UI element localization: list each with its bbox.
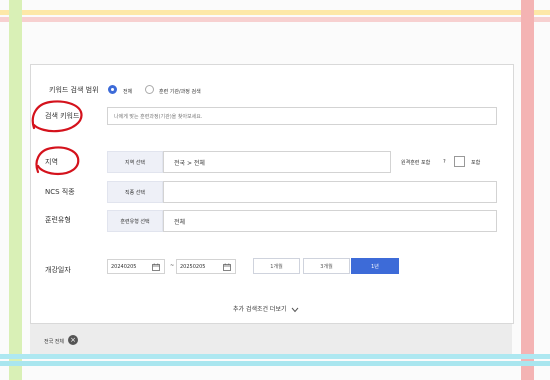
remove-chip-icon[interactable]: × — [68, 335, 78, 345]
scope-all-label: 전체 — [123, 89, 133, 95]
ncs-value-field[interactable] — [163, 181, 497, 203]
training-type-label: 훈련유형 — [45, 216, 71, 224]
keyword-input[interactable]: 나에게 맞는 훈련과정(기관)을 찾아보세요. — [107, 107, 497, 125]
start-date-label: 개강일자 — [45, 266, 71, 274]
highlight-stripe-red — [521, 0, 534, 380]
scope-course-label: 훈련 기관/과정 검색 — [159, 89, 201, 95]
search-panel: 키워드 검색 범위 전체 훈련 기관/과정 검색 검색 키워드 나에게 맞는 훈… — [30, 64, 514, 324]
more-conditions-label: 추가 검색조건 더보기 — [233, 306, 287, 313]
region-value-field[interactable]: 전국 > 전체 — [163, 151, 391, 173]
period-3-months-button[interactable]: 3개월 — [303, 258, 350, 274]
start-date-input[interactable]: 20240205 — [107, 259, 165, 274]
keyword-scope-label: 키워드 검색 범위 — [49, 86, 99, 94]
highlight-stripe-green — [9, 0, 22, 380]
help-mark[interactable]: ? — [443, 159, 446, 165]
period-1-year-button[interactable]: 1년 — [351, 258, 399, 274]
include-label: 포함 — [471, 160, 481, 166]
more-conditions-toggle[interactable]: 추가 검색조건 더보기 — [233, 304, 299, 313]
ncs-label: NCS 직종 — [45, 188, 75, 196]
annotation-circle-region — [35, 146, 80, 176]
end-date-value: 20250205 — [180, 263, 206, 270]
scope-all-radio[interactable] — [108, 85, 117, 94]
end-date-input[interactable]: 20250205 — [176, 259, 236, 274]
region-select-button[interactable]: 지역 선택 — [107, 151, 163, 173]
highlight-stripe-cyan-2 — [0, 361, 550, 366]
highlight-stripe-yellow — [0, 10, 550, 15]
highlight-stripe-pink — [0, 17, 550, 22]
date-separator: ~ — [170, 263, 175, 269]
annotation-circle-keyword — [31, 100, 83, 133]
period-1-month-button[interactable]: 1개월 — [253, 258, 300, 274]
selected-conditions-bar: 전국 전체 × — [30, 324, 512, 356]
highlight-stripe-cyan — [0, 354, 550, 359]
selected-chip-label: 전국 전체 — [44, 339, 64, 345]
remote-training-label: 원격훈련 포함 — [401, 160, 431, 166]
remote-include-checkbox[interactable] — [454, 156, 465, 167]
calendar-icon[interactable] — [152, 263, 160, 271]
chevron-down-icon — [292, 307, 299, 312]
training-type-value-field[interactable]: 전체 — [163, 210, 497, 232]
training-type-select-button[interactable]: 훈련유형 선택 — [107, 210, 163, 232]
calendar-icon[interactable] — [223, 263, 231, 271]
scope-course-radio[interactable] — [145, 85, 154, 94]
start-date-value: 20240205 — [111, 263, 137, 270]
ncs-select-button[interactable]: 직종 선택 — [107, 181, 163, 203]
